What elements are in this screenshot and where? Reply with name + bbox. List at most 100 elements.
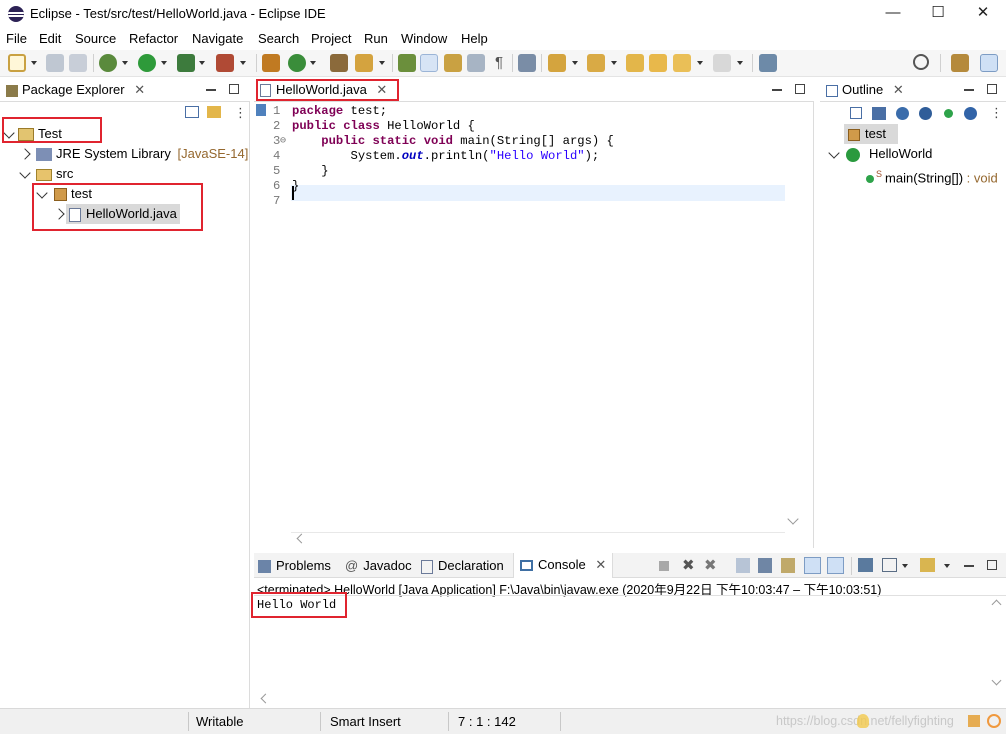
tab-console[interactable]: Console ✕ <box>513 553 614 578</box>
minimize-view-icon[interactable] <box>964 89 974 91</box>
word-wrap-icon[interactable] <box>781 558 795 573</box>
code-line-4[interactable]: System.out.println("Hello World"); <box>292 149 600 164</box>
hide-fields-icon[interactable] <box>896 107 909 120</box>
next-annotation-dropdown-arrow[interactable] <box>572 61 578 65</box>
code-line-3[interactable]: public static void main(String[] args) { <box>292 134 614 149</box>
fold-marker-icon[interactable]: ⊖ <box>280 134 286 149</box>
view-menu-icon[interactable]: ⋮ <box>990 106 1003 120</box>
new-icon[interactable] <box>8 54 26 72</box>
clear-console-icon[interactable] <box>736 558 750 573</box>
pilcrow-icon[interactable]: ¶ <box>490 54 508 72</box>
tree-item-src[interactable]: src <box>36 164 73 184</box>
tab-problems[interactable]: Problems <box>258 554 331 578</box>
outline-item-package[interactable]: test <box>844 124 898 144</box>
link-editor-icon[interactable] <box>207 106 221 118</box>
menu-help[interactable]: Help <box>461 31 488 46</box>
open-type-icon[interactable] <box>330 54 348 72</box>
previous-annotation-dropdown-arrow[interactable] <box>611 61 617 65</box>
save-all-icon[interactable] <box>69 54 87 72</box>
forward-nav-icon[interactable] <box>713 54 731 72</box>
close-tab-icon[interactable]: ✕ <box>134 82 145 97</box>
minimize-view-icon[interactable] <box>206 89 216 91</box>
outline-item-class[interactable]: HelloWorld <box>846 144 932 164</box>
pin-console-icon[interactable] <box>858 558 873 572</box>
display-console-dropdown-arrow[interactable] <box>902 564 908 568</box>
save-icon[interactable] <box>46 54 64 72</box>
external-tools-dropdown-arrow[interactable] <box>240 61 246 65</box>
block-selection-icon[interactable] <box>444 54 462 72</box>
code-line-5[interactable]: } <box>292 164 328 179</box>
skip-breakpoints-icon[interactable] <box>518 54 536 72</box>
scroll-lock-icon[interactable] <box>758 558 772 573</box>
console-scroll-down-icon[interactable] <box>991 675 1002 686</box>
tab-declaration[interactable]: Declaration <box>421 554 504 578</box>
new-dropdown-arrow[interactable] <box>31 61 37 65</box>
view-menu-icon[interactable]: ⋮ <box>234 106 247 120</box>
run-dropdown-arrow[interactable] <box>161 61 167 65</box>
menu-refactor[interactable]: Refactor <box>129 31 178 46</box>
open-console-icon[interactable] <box>920 558 935 572</box>
tab-javadoc[interactable]: @ Javadoc <box>345 554 412 578</box>
show-source-icon[interactable] <box>467 54 485 72</box>
pin-icon[interactable] <box>398 54 416 72</box>
back-dropdown-arrow[interactable] <box>697 61 703 65</box>
code-line-2[interactable]: public class HelloWorld { <box>292 119 475 134</box>
new-class-dropdown-arrow[interactable] <box>310 61 316 65</box>
code-line-1[interactable]: package test; <box>292 104 387 119</box>
show-console-on-stdout-icon[interactable] <box>804 557 821 574</box>
tree-item-jre[interactable]: JRE System Library [JavaSE-14] <box>36 144 248 164</box>
back-icon[interactable] <box>649 54 667 72</box>
display-selected-console-icon[interactable] <box>882 558 897 572</box>
code-line-6[interactable]: } <box>292 179 299 194</box>
forward-icon[interactable] <box>673 54 691 72</box>
menu-source[interactable]: Source <box>75 31 116 46</box>
open-console-icon[interactable] <box>759 54 777 72</box>
console-scroll-left-icon[interactable] <box>260 693 271 704</box>
close-tab-icon[interactable]: ✕ <box>595 557 606 572</box>
minimize-button[interactable]: — <box>870 0 916 28</box>
coverage-dropdown-arrow[interactable] <box>199 61 205 65</box>
maximize-view-icon[interactable] <box>795 84 805 94</box>
previous-annotation-icon[interactable] <box>587 54 605 72</box>
tab-package-explorer[interactable]: Package Explorer ✕ <box>6 78 145 102</box>
expand-class-chevron[interactable] <box>828 147 840 159</box>
lightbulb-icon[interactable] <box>857 714 869 728</box>
remove-all-terminated-icon[interactable]: ✖ <box>704 556 717 574</box>
minimize-view-icon[interactable] <box>964 565 974 567</box>
coverage-icon[interactable] <box>177 54 195 72</box>
close-button[interactable]: ✕ <box>960 0 1006 28</box>
maximize-view-icon[interactable] <box>987 84 997 94</box>
menu-window[interactable]: Window <box>401 31 447 46</box>
collapse-all-icon[interactable] <box>185 106 199 118</box>
terminate-icon[interactable] <box>659 561 669 571</box>
external-tools-icon[interactable] <box>216 54 234 72</box>
debug-dropdown-arrow[interactable] <box>122 61 128 65</box>
expand-src-chevron[interactable] <box>19 167 31 179</box>
outline-item-method[interactable]: Smain(String[]) : void <box>866 164 998 185</box>
menu-file[interactable]: File <box>6 31 27 46</box>
remove-launch-icon[interactable]: ✖ <box>682 556 695 574</box>
maximize-view-icon[interactable] <box>229 84 239 94</box>
maximize-view-icon[interactable] <box>987 560 997 570</box>
search-dropdown-arrow[interactable] <box>379 61 385 65</box>
close-tab-icon[interactable]: ✕ <box>893 82 904 97</box>
insert-mode-status[interactable]: Smart Insert <box>330 714 401 729</box>
open-console-dropdown-arrow[interactable] <box>944 564 950 568</box>
last-edit-icon[interactable] <box>626 54 644 72</box>
new-java-package-icon[interactable] <box>262 54 280 72</box>
open-perspective-icon[interactable] <box>951 54 969 72</box>
new-java-class-icon[interactable] <box>288 54 306 72</box>
expand-jre-chevron[interactable] <box>19 148 31 160</box>
minimize-view-icon[interactable] <box>772 89 782 91</box>
mark-occurrences-icon[interactable] <box>420 54 438 72</box>
show-console-on-stderr-icon[interactable] <box>827 557 844 574</box>
editor-vertical-scrollbar[interactable] <box>788 104 802 524</box>
menu-project[interactable]: Project <box>311 31 351 46</box>
next-annotation-icon[interactable] <box>548 54 566 72</box>
sort-icon[interactable] <box>872 107 886 120</box>
hide-local-types-icon[interactable] <box>964 107 977 120</box>
search-tool-icon[interactable] <box>355 54 373 72</box>
debug-icon[interactable] <box>99 54 117 72</box>
maximize-button[interactable]: ☐ <box>915 0 961 28</box>
tab-outline[interactable]: Outline ✕ <box>826 78 904 102</box>
